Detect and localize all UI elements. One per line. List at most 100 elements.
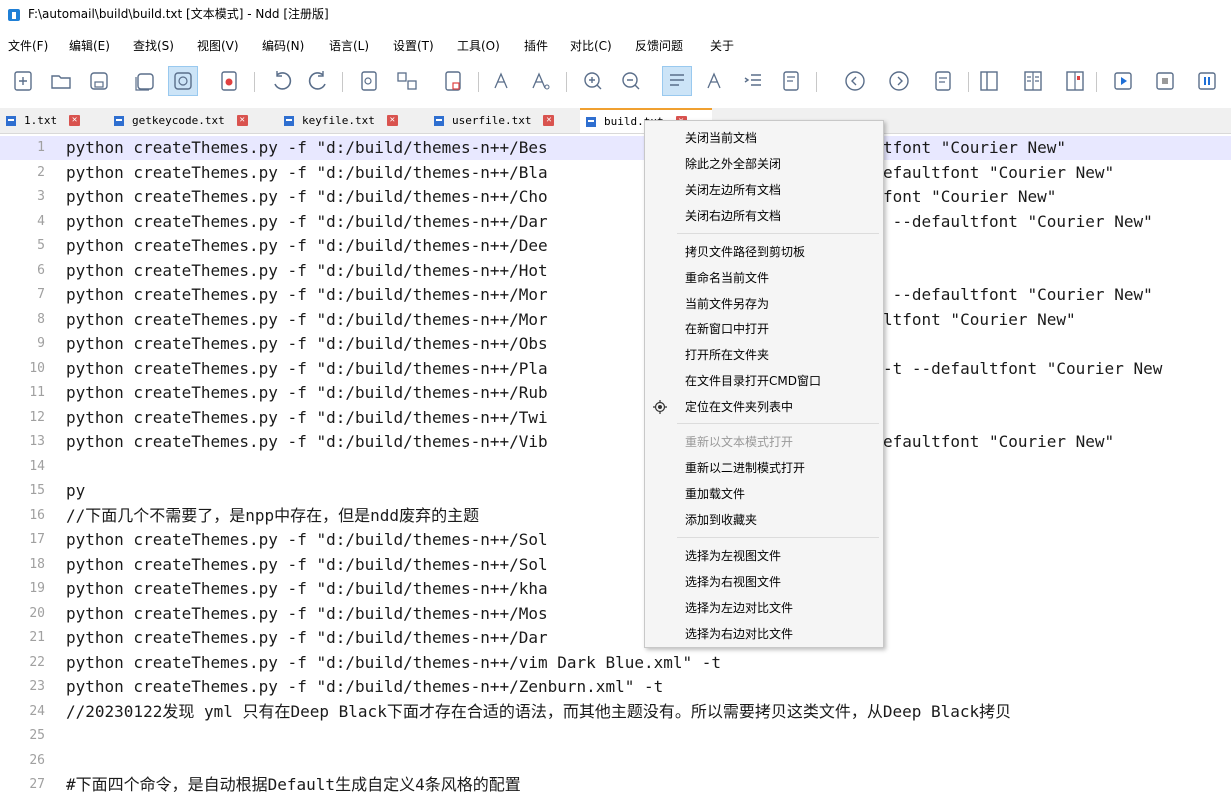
menu-item-copy-path[interactable]: 拷贝文件路径到剪切板 — [685, 244, 805, 260]
code-line[interactable]: 11 python createThemes.py -f "d:/build/th… — [0, 381, 1231, 405]
menu-find[interactable]: 查找(S) — [133, 36, 174, 56]
menu-item-open-cmd[interactable]: 在文件目录打开CMD窗口 — [685, 373, 821, 389]
binary-icon[interactable] — [1060, 66, 1090, 96]
compare-icon[interactable] — [392, 66, 422, 96]
menu-item-close-left[interactable]: 关闭左边所有文档 — [685, 182, 781, 198]
menu-about[interactable]: 关于 — [710, 36, 734, 56]
close-icon[interactable]: ✕ — [236, 115, 248, 126]
tab-keyfile-txt[interactable]: keyfile.txt ✕ — [278, 108, 426, 133]
undo-icon[interactable] — [266, 66, 296, 96]
code-line[interactable]: 21 python createThemes.py -f "d:/build/th… — [0, 626, 1231, 650]
menu-item-left-compare[interactable]: 选择为左边对比文件 — [685, 600, 793, 616]
menu-item-open-folder[interactable]: 打开所在文件夹 — [685, 347, 769, 363]
menu-item-right-compare[interactable]: 选择为右边对比文件 — [685, 626, 793, 642]
code-line[interactable]: 16 //下面几个不需要了，是npp中存在，但是ndd废弃的主题 — [0, 504, 1231, 528]
menu-feedback[interactable]: 反馈问题 — [635, 36, 683, 56]
code-line[interactable]: 12 python createThemes.py -f "d:/build/th… — [0, 406, 1231, 430]
find-icon[interactable] — [354, 66, 384, 96]
tab-getkeycode-txt[interactable]: getkeycode.txt ✕ — [108, 108, 278, 133]
tab-userfile-txt[interactable]: userfile.txt ✕ — [428, 108, 578, 133]
line-number: 8 — [37, 311, 45, 327]
menu-item-left-view[interactable]: 选择为左视图文件 — [685, 548, 781, 564]
code-line[interactable]: 18 python createThemes.py -f "d:/build/th… — [0, 553, 1231, 577]
close-file-icon[interactable] — [214, 66, 244, 96]
menu-view[interactable]: 视图(V) — [197, 36, 239, 56]
menu-item-rename[interactable]: 重命名当前文件 — [685, 270, 769, 286]
code-line[interactable]: 20 python createThemes.py -f "d:/build/th… — [0, 602, 1231, 626]
close-icon[interactable]: ✕ — [386, 115, 398, 126]
menu-encoding[interactable]: 编码(N) — [262, 36, 304, 56]
code-line[interactable]: 27 #下面四个命令，是自动根据Default生成自定义4条风格的配置 — [0, 773, 1231, 797]
split-view-icon[interactable] — [974, 66, 1004, 96]
code-line[interactable]: 23 python createThemes.py -f "d:/build/th… — [0, 675, 1231, 699]
menu-item-add-favorite[interactable]: 添加到收藏夹 — [685, 512, 757, 528]
menu-item-close-others[interactable]: 除此之外全部关闭 — [685, 156, 781, 172]
show-all-chars-icon[interactable] — [700, 66, 730, 96]
zoom-out-icon[interactable] — [616, 66, 646, 96]
menu-file[interactable]: 文件(F) — [8, 36, 48, 56]
code-line[interactable]: 22 python createThemes.py -f "d:/build/th… — [0, 651, 1231, 675]
menu-language[interactable]: 语言(L) — [329, 36, 369, 56]
menu-compare[interactable]: 对比(C) — [570, 36, 612, 56]
code-line[interactable]: 6 python createThemes.py -f "d:/build/the… — [0, 259, 1231, 283]
column-view-icon[interactable] — [1018, 66, 1048, 96]
text-editor[interactable]: 1 python createThemes.py -f "d:/build/the… — [0, 134, 1231, 798]
menu-item-save-as[interactable]: 当前文件另存为 — [685, 296, 769, 312]
tab-1-txt[interactable]: 1.txt ✕ — [0, 108, 104, 133]
menu-item-reload[interactable]: 重加载文件 — [685, 486, 745, 502]
code-line[interactable]: 10 python createThemes.py -f "d:/build/th… — [0, 357, 1231, 381]
menu-item-right-view[interactable]: 选择为右视图文件 — [685, 574, 781, 590]
code-line[interactable]: 17 python createThemes.py -f "d:/build/th… — [0, 528, 1231, 552]
menu-item-locate-in-folder[interactable]: 定位在文件夹列表中 — [685, 399, 793, 415]
save-all-icon[interactable] — [130, 66, 160, 96]
format-icon[interactable] — [928, 66, 958, 96]
menu-plugins[interactable]: 插件 — [524, 36, 548, 56]
new-file-icon[interactable] — [8, 66, 38, 96]
open-folder-icon[interactable] — [46, 66, 76, 96]
menu-tools[interactable]: 工具(O) — [457, 36, 500, 56]
line-number: 10 — [29, 360, 45, 376]
code-line[interactable]: 8 python createThemes.py -f "d:/build/the… — [0, 308, 1231, 332]
code-line[interactable]: 7 python createThemes.py -f "d:/build/the… — [0, 283, 1231, 307]
previous-icon[interactable] — [840, 66, 870, 96]
menu-item-open-new-window[interactable]: 在新窗口中打开 — [685, 321, 769, 337]
code-line[interactable]: 14 — [0, 455, 1231, 479]
code-line[interactable]: 9 python createThemes.py -f "d:/build/the… — [0, 332, 1231, 356]
close-icon[interactable]: ✕ — [69, 115, 81, 126]
code-line[interactable]: 2 python createThemes.py -f "d:/build/the… — [0, 161, 1231, 185]
menu-item-reopen-binary[interactable]: 重新以二进制模式打开 — [685, 460, 805, 476]
code-line[interactable]: 15 py — [0, 479, 1231, 503]
code-line[interactable]: 5 python createThemes.py -f "d:/build/the… — [0, 234, 1231, 258]
menu-item-close-right[interactable]: 关闭右边所有文档 — [685, 208, 781, 224]
menu-settings[interactable]: 设置(T) — [393, 36, 434, 56]
menu-item-close-current[interactable]: 关闭当前文档 — [685, 130, 757, 146]
pause-icon[interactable] — [1192, 66, 1222, 96]
text-smaller-icon[interactable] — [526, 66, 556, 96]
code-line[interactable]: 3 python createThemes.py -f "d:/build/the… — [0, 185, 1231, 209]
code-line[interactable]: 4 python createThemes.py -f "d:/build/the… — [0, 210, 1231, 234]
text-bigger-icon[interactable] — [488, 66, 518, 96]
menu-item-reopen-text[interactable]: 重新以文本模式打开 — [685, 434, 793, 450]
word-wrap-icon[interactable] — [662, 66, 692, 96]
close-icon[interactable]: ✕ — [543, 115, 555, 126]
bookmark-icon[interactable] — [776, 66, 806, 96]
code-line[interactable]: 25 — [0, 724, 1231, 748]
next-icon[interactable] — [884, 66, 914, 96]
code-text: python createThemes.py -f "d:/build/them… — [66, 162, 548, 182]
replace-icon[interactable] — [438, 66, 468, 96]
save-icon[interactable] — [84, 66, 114, 96]
redo-icon[interactable] — [304, 66, 334, 96]
code-line[interactable]: 19 python createThemes.py -f "d:/build/th… — [0, 577, 1231, 601]
code-line[interactable]: 1 python createThemes.py -f "d:/build/the… — [0, 136, 1231, 160]
indent-guide-icon[interactable] — [738, 66, 768, 96]
auto-save-icon[interactable] — [168, 66, 198, 96]
play-macro-icon[interactable] — [1108, 66, 1138, 96]
stop-icon[interactable] — [1150, 66, 1180, 96]
code-line[interactable]: 26 — [0, 749, 1231, 773]
line-number: 14 — [29, 458, 45, 474]
code-line[interactable]: 13 python createThemes.py -f "d:/build/th… — [0, 430, 1231, 454]
zoom-in-icon[interactable] — [578, 66, 608, 96]
code-text: python createThemes.py -f "d:/build/them… — [66, 309, 548, 329]
menu-edit[interactable]: 编辑(E) — [69, 36, 110, 56]
code-line[interactable]: 24 //20230122发现 yml 只有在Deep Black下面才存在合适的… — [0, 700, 1231, 724]
